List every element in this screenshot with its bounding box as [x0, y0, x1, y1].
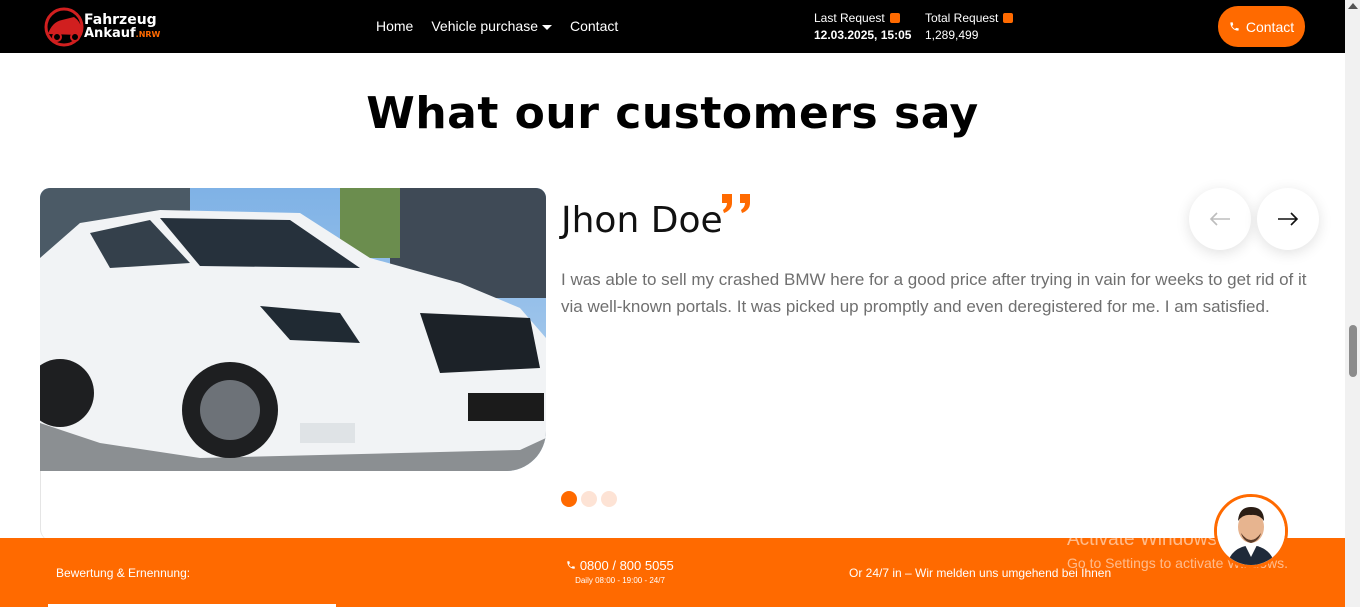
next-slide-button[interactable]: [1257, 188, 1319, 250]
footer-phone: 0800 / 800 5055: [579, 558, 674, 573]
nav-home[interactable]: Home: [376, 18, 413, 34]
scrollbar-track[interactable]: [1345, 0, 1360, 607]
chevron-down-icon: [542, 24, 552, 30]
arrow-right-icon: [1278, 212, 1299, 226]
scrollbar-thumb[interactable]: [1349, 325, 1357, 377]
clock-icon: [889, 13, 900, 23]
nav-vehicle-purchase-label: Vehicle purchase: [431, 18, 538, 34]
arrow-left-icon: [1209, 212, 1230, 226]
phone-icon: [1230, 22, 1239, 31]
logo-line2: Ankauf: [84, 26, 136, 41]
testimonial-name: Jhon Doe: [561, 200, 723, 241]
chat-avatar[interactable]: [1214, 494, 1288, 568]
site-header: Fahrzeug Ankauf.NRW Home Vehicle purchas…: [0, 0, 1345, 53]
quote-icon: [722, 194, 750, 213]
footer-hours: Daily 08:00 - 19:00 - 24/7: [575, 576, 665, 585]
section-heading: What our customers say: [366, 88, 979, 139]
slider-dots: [561, 491, 617, 507]
last-request-label: Last Request: [814, 11, 885, 25]
slider-dot-2[interactable]: [581, 491, 597, 507]
contact-button-label: Contact: [1245, 18, 1295, 35]
contact-button[interactable]: Contact: [1218, 6, 1305, 47]
logo-text[interactable]: Fahrzeug Ankauf.NRW: [84, 13, 160, 42]
slider-dot-3[interactable]: [601, 491, 617, 507]
phone-icon: [567, 561, 575, 569]
page: Fahrzeug Ankauf.NRW Home Vehicle purchas…: [0, 0, 1360, 607]
nav-vehicle-purchase[interactable]: Vehicle purchase: [431, 18, 552, 34]
card-bottom: [40, 471, 546, 541]
testimonial-car-image: [40, 188, 546, 471]
footer-phone-block[interactable]: 0800 / 800 5055 Daily 08:00 - 19:00 - 24…: [540, 558, 700, 585]
chart-icon: [1003, 13, 1014, 23]
scroll-up-icon[interactable]: [1348, 3, 1358, 9]
prev-slide-button[interactable]: [1189, 188, 1251, 250]
slider-dot-1[interactable]: [561, 491, 577, 507]
windows-watermark-title: Activate Windows: [1067, 529, 1217, 550]
testimonial-text: I was able to sell my crashed BMW here f…: [561, 270, 1307, 316]
logo-suffix: .NRW: [135, 30, 161, 39]
last-request-stat: Last Request 12.03.2025, 15:05: [814, 10, 911, 44]
main-nav: Home Vehicle purchase Contact: [376, 18, 618, 34]
total-request-label: Total Request: [925, 11, 999, 25]
total-request-value: 1,289,499: [925, 28, 979, 42]
last-request-value: 12.03.2025, 15:05: [814, 28, 912, 42]
nav-contact[interactable]: Contact: [570, 18, 618, 34]
footer-rating-label: Bewertung & Ernennung:: [56, 566, 191, 580]
total-request-stat: Total Request 1,289,499: [925, 10, 1014, 44]
